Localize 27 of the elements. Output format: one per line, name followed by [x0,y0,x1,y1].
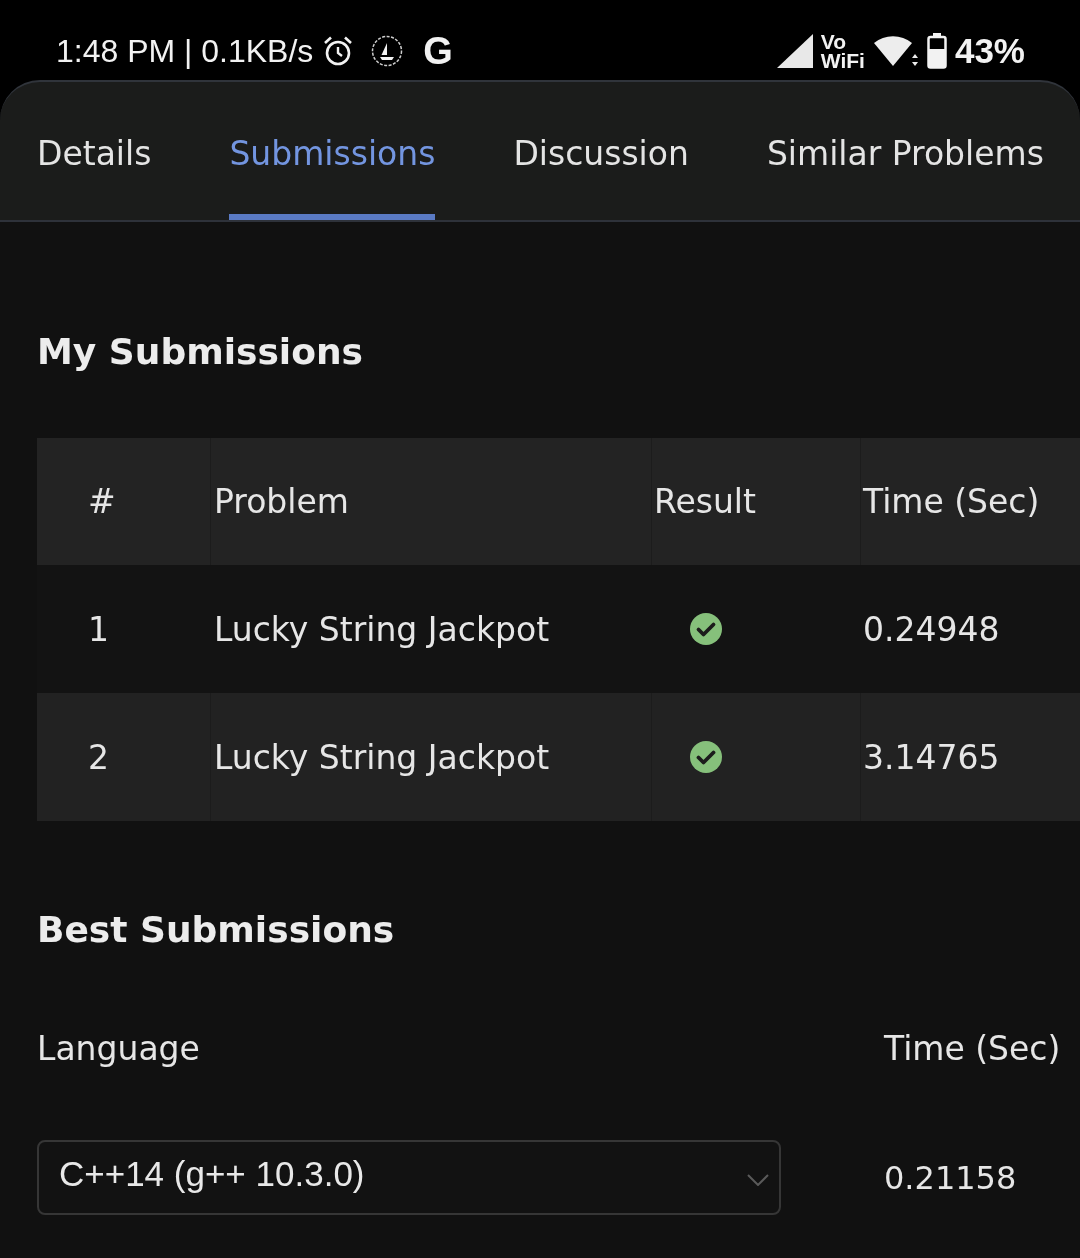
tab[interactable]: Similar Problems [766,82,1044,220]
status-time: 1:48 PM | 0.1KB/s [56,32,314,70]
tab[interactable]: Details [37,82,152,220]
wifi-icon [872,34,919,68]
table-cell-text: Lucky String Jackpot [213,608,551,651]
table-cell-text: 0.24948 [862,608,1001,651]
language-select[interactable]: C++14 (g++ 10.3.0) [37,1140,781,1215]
field-label: Language [37,1028,200,1070]
battery-icon [926,33,947,69]
table-cell-text: 3.14765 [862,736,1001,779]
vowifi-label: Vo WiFi [820,32,865,70]
section-title: My Submissions [37,330,363,374]
sailboat-icon [371,35,404,67]
best-time-value: 0.21158 [884,1158,1017,1197]
tab[interactable]: Submissions [229,82,436,220]
section-title: Best Submissions [37,908,395,952]
status-letter: G [423,29,453,73]
tab[interactable]: Discussion [513,82,689,220]
signal-icon [776,34,813,68]
table-cell: Lucky String Jackpot [211,693,652,821]
column-header: Time (Sec) [862,481,1041,523]
chevron-down-icon [747,1173,769,1186]
alarm-clock-icon [323,35,354,67]
table-cell: 2 [37,693,211,821]
column-label: Time (Sec) [884,1028,1061,1070]
table-cell-text: 1 [87,608,110,651]
battery-percentage: 43% [954,31,1025,71]
